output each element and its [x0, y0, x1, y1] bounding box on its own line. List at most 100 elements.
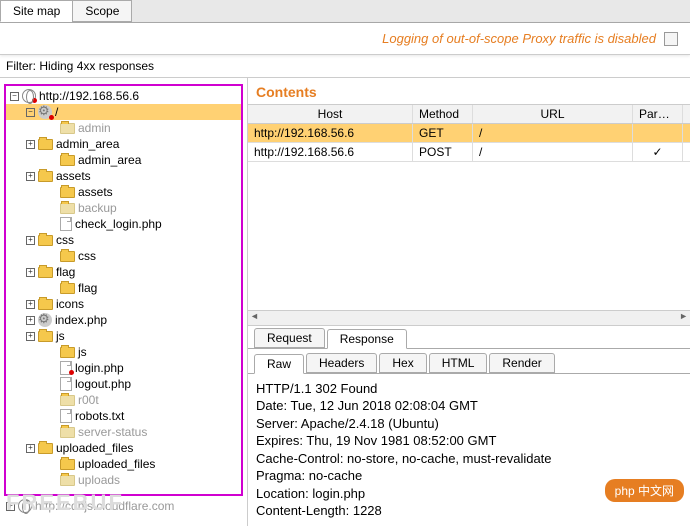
folder-icon — [38, 299, 53, 310]
tree-item[interactable]: assets — [6, 184, 241, 200]
folder-icon — [60, 123, 75, 134]
tree-item[interactable]: +js — [6, 328, 241, 344]
subtab-html[interactable]: HTML — [429, 353, 488, 373]
toggle-closed-icon[interactable]: + — [26, 316, 35, 325]
table-header: Host Method URL Params — [248, 105, 690, 124]
subtab-render[interactable]: Render — [489, 353, 554, 373]
tab-response[interactable]: Response — [327, 329, 407, 349]
toggle-spacer — [46, 380, 57, 389]
sitemap-tree[interactable]: − http://192.168.56.6 − / admin+admin_ar… — [0, 78, 248, 526]
tree-item[interactable]: admin — [6, 120, 241, 136]
tree-item[interactable]: +icons — [6, 296, 241, 312]
globe-icon — [22, 89, 36, 103]
tree-item[interactable]: login.php — [6, 360, 241, 376]
cell-url: / — [473, 124, 633, 142]
tree-item[interactable]: +admin_area — [6, 136, 241, 152]
cell-host: http://192.168.56.6 — [248, 143, 413, 161]
tree-label: / — [55, 105, 58, 119]
tree-label: admin — [78, 121, 111, 135]
file-icon — [60, 377, 72, 391]
folder-icon — [38, 171, 53, 182]
toggle-closed-icon[interactable]: + — [26, 300, 35, 309]
toggle-spacer — [46, 284, 57, 293]
tab-scope[interactable]: Scope — [72, 0, 132, 22]
col-url[interactable]: URL — [473, 105, 633, 123]
tree-item[interactable]: flag — [6, 280, 241, 296]
tree-item[interactable]: +flag — [6, 264, 241, 280]
response-body[interactable]: HTTP/1.1 302 Found Date: Tue, 12 Jun 201… — [248, 374, 690, 526]
response-subtabs: Raw Headers Hex HTML Render — [248, 351, 690, 374]
tree-root[interactable]: − http://192.168.56.6 — [6, 88, 241, 104]
folder-icon — [60, 395, 75, 406]
folder-icon — [38, 443, 53, 454]
tree-label: css — [78, 249, 96, 263]
folder-icon — [60, 203, 75, 214]
tree-item[interactable]: backup — [6, 200, 241, 216]
toggle-closed-icon[interactable]: + — [26, 444, 35, 453]
tree-item[interactable]: + uploaded_files — [6, 440, 241, 456]
toggle-spacer — [46, 348, 57, 357]
file-icon — [60, 409, 72, 423]
tree-root-slash[interactable]: − / — [6, 104, 241, 120]
toggle-spacer — [46, 220, 57, 229]
toggle-closed-icon[interactable]: + — [26, 140, 35, 149]
subtab-hex[interactable]: Hex — [379, 353, 426, 373]
tree-item[interactable]: r00t — [6, 392, 241, 408]
tree-label: http://192.168.56.6 — [39, 89, 139, 103]
subtab-headers[interactable]: Headers — [306, 353, 377, 373]
toggle-closed-icon[interactable]: + — [26, 236, 35, 245]
horizontal-scrollbar[interactable] — [248, 310, 690, 325]
toggle-spacer — [46, 428, 57, 437]
tree-item[interactable]: uploaded_files — [6, 456, 241, 472]
toggle-spacer — [46, 252, 57, 261]
filter-bar[interactable]: Filter: Hiding 4xx responses — [0, 55, 690, 78]
table-row[interactable]: http://192.168.56.6GET/ — [248, 124, 690, 143]
cell-params — [633, 124, 683, 142]
tree-item[interactable]: + css — [6, 232, 241, 248]
col-host[interactable]: Host — [248, 105, 413, 123]
toggle-spacer — [46, 156, 57, 165]
folder-icon — [38, 139, 53, 150]
cell-url: / — [473, 143, 633, 161]
toggle-spacer — [46, 412, 57, 421]
tree-item[interactable]: check_login.php — [6, 216, 241, 232]
tree-item[interactable]: server-status — [6, 424, 241, 440]
tree-label: uploaded_files — [56, 441, 133, 455]
tab-request[interactable]: Request — [254, 328, 325, 348]
tree-label: css — [56, 233, 74, 247]
toggle-spacer — [46, 476, 57, 485]
tree-item[interactable]: uploads — [6, 472, 241, 488]
tree-item[interactable]: logout.php — [6, 376, 241, 392]
tree-item[interactable]: robots.txt — [6, 408, 241, 424]
folder-icon — [60, 427, 75, 438]
tree-selection-highlight: − http://192.168.56.6 − / admin+admin_ar… — [4, 84, 243, 496]
tree-item[interactable]: +index.php — [6, 312, 241, 328]
tree-item[interactable]: js — [6, 344, 241, 360]
main-tabs: Site map Scope — [0, 0, 690, 23]
banner-button[interactable] — [664, 32, 678, 46]
tree-label: login.php — [75, 361, 124, 375]
toggle-closed-icon[interactable]: + — [26, 332, 35, 341]
file-icon — [60, 217, 72, 231]
table-row[interactable]: http://192.168.56.6POST/✓ — [248, 143, 690, 162]
watermark-freebuf: FREEBUF — [6, 490, 124, 516]
tree-item[interactable]: +assets — [6, 168, 241, 184]
cell-params: ✓ — [633, 143, 683, 161]
folder-icon — [60, 475, 75, 486]
watermark-php: php 中文网 — [605, 479, 684, 502]
subtab-raw[interactable]: Raw — [254, 354, 304, 374]
gear-icon — [38, 105, 52, 119]
toggle-open-icon[interactable]: − — [10, 92, 19, 101]
tree-label: server-status — [78, 425, 147, 439]
col-params[interactable]: Params — [633, 105, 683, 123]
contents-title: Contents — [248, 78, 690, 104]
tree-item[interactable]: admin_area — [6, 152, 241, 168]
toggle-closed-icon[interactable]: + — [26, 268, 35, 277]
folder-icon — [38, 235, 53, 246]
tree-item[interactable]: css — [6, 248, 241, 264]
tab-sitemap[interactable]: Site map — [0, 0, 73, 22]
toggle-open-icon[interactable]: − — [26, 108, 35, 117]
col-method[interactable]: Method — [413, 105, 473, 123]
folder-icon — [60, 155, 75, 166]
toggle-closed-icon[interactable]: + — [26, 172, 35, 181]
